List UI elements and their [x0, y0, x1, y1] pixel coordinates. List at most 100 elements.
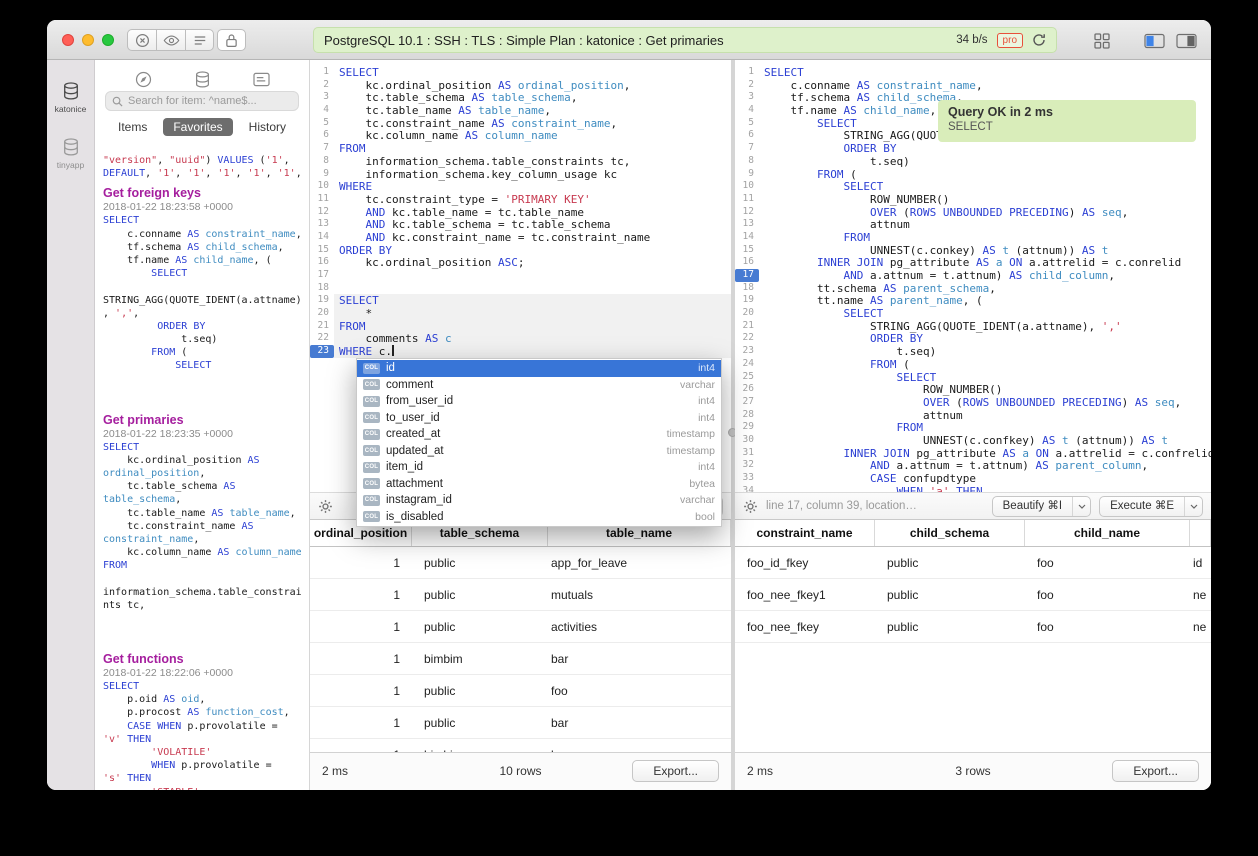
minimize-button[interactable] [82, 34, 94, 46]
favorite-item[interactable]: "version", "uuid") VALUES ('1',DEFAULT, … [103, 154, 301, 180]
export-button[interactable]: Export... [632, 760, 719, 782]
table-cell[interactable]: id [1190, 547, 1211, 578]
table-cell[interactable]: 1 [310, 739, 412, 752]
autocomplete-item[interactable]: COLcreated_attimestamp [357, 426, 721, 443]
autocomplete-item[interactable]: COLupdated_attimestamp [357, 443, 721, 460]
table-cell[interactable]: app_for_leave [548, 547, 731, 578]
code-line: OVER (ROWS UNBOUNDED PRECEDING) AS seq, [759, 396, 1211, 409]
chevron-down-icon[interactable] [1184, 497, 1202, 516]
connection-item-katonice[interactable]: katonice [47, 82, 94, 114]
tab-history[interactable]: History [239, 118, 296, 136]
table-cell[interactable]: public [412, 675, 548, 706]
connection-pill[interactable]: PostgreSQL 10.1 : SSH : TLS : Simple Pla… [313, 27, 1057, 53]
table-row[interactable]: foo_id_fkeypublicfooid [735, 547, 1211, 579]
settings-gear-icon[interactable] [318, 499, 333, 514]
suggestion-name: item_id [386, 461, 692, 473]
table-cell[interactable]: ne [1190, 579, 1211, 610]
table-cell[interactable]: 1 [310, 643, 412, 674]
table-body: foo_id_fkeypublicfooidfoo_nee_fkey1publi… [735, 547, 1211, 752]
column-header[interactable]: child_schema [875, 520, 1025, 546]
table-cell[interactable]: foo_id_fkey [735, 547, 875, 578]
table-row[interactable]: 1publicactivities [310, 611, 731, 643]
autocomplete-item[interactable]: COLattachmentbytea [357, 476, 721, 493]
favorite-item[interactable]: Get foreign keys2018-01-22 18:23:58 +000… [103, 186, 301, 372]
table-row[interactable]: 1publicbar [310, 707, 731, 739]
lock-button[interactable] [217, 29, 246, 51]
table-cell[interactable]: foo [1025, 547, 1190, 578]
table-cell[interactable]: ne [1190, 611, 1211, 642]
autocomplete-item[interactable]: COLis_disabledbool [357, 509, 721, 526]
table-cell[interactable]: mutuals [548, 579, 731, 610]
connection-item-tinyapp[interactable]: tinyapp [47, 138, 94, 170]
table-cell[interactable]: public [412, 707, 548, 738]
table-cell[interactable]: 1 [310, 611, 412, 642]
line-number: 15 [735, 244, 759, 257]
export-button[interactable]: Export... [1112, 760, 1199, 782]
autocomplete-item[interactable]: COLcommentvarchar [357, 377, 721, 394]
table-row[interactable]: 1bimbimbar [310, 643, 731, 675]
table-cell[interactable]: bimbim [412, 643, 548, 674]
table-cell[interactable]: 1 [310, 675, 412, 706]
autocomplete-item[interactable]: COLidint4 [357, 360, 721, 377]
table-cell[interactable]: foo [548, 675, 731, 706]
table-cell[interactable]: 1 [310, 707, 412, 738]
table-cell[interactable]: bar [548, 643, 731, 674]
compass-icon[interactable] [135, 71, 152, 88]
table-row[interactable]: 1bimbimbar [310, 739, 731, 752]
table-cell[interactable]: public [412, 579, 548, 610]
zoom-button[interactable] [102, 34, 114, 46]
search-input[interactable] [105, 91, 299, 111]
table-cell[interactable]: 1 [310, 579, 412, 610]
table-cell[interactable]: public [875, 611, 1025, 642]
toggle-right-panel-icon[interactable] [1173, 30, 1199, 51]
autocomplete-item[interactable]: COLfrom_user_idint4 [357, 393, 721, 410]
table-cell[interactable]: public [412, 547, 548, 578]
table-cell[interactable]: foo [1025, 579, 1190, 610]
column-header[interactable]: child_name [1025, 520, 1190, 546]
table-cell[interactable]: foo_nee_fkey [735, 611, 875, 642]
table-cell[interactable]: activities [548, 611, 731, 642]
database-icon[interactable] [195, 71, 210, 88]
table-row[interactable]: 1publicapp_for_leave [310, 547, 731, 579]
query-log-button[interactable] [185, 29, 214, 51]
close-button[interactable] [62, 34, 74, 46]
query-editor-icon[interactable] [253, 72, 270, 87]
table-cell[interactable]: public [412, 611, 548, 642]
execute-button[interactable]: Execute ⌘E [1099, 496, 1203, 517]
column-header[interactable]: constraint_name [735, 520, 875, 546]
table-cell[interactable]: bar [548, 707, 731, 738]
refresh-icon[interactable] [1032, 33, 1046, 47]
disconnect-button[interactable] [127, 29, 156, 51]
autocomplete-item[interactable]: COLto_user_idint4 [357, 410, 721, 427]
autocomplete-item[interactable]: COLinstagram_idvarchar [357, 492, 721, 509]
table-cell[interactable]: foo [1025, 611, 1190, 642]
table-cell[interactable]: bar [548, 739, 731, 752]
table-row[interactable]: 1publicmutuals [310, 579, 731, 611]
table-cell[interactable]: public [875, 579, 1025, 610]
code-line: tt.name AS parent_name, ( [759, 294, 1211, 307]
settings-gear-icon[interactable] [743, 499, 758, 514]
favorite-item[interactable]: Get functions2018-01-22 18:22:06 +0000SE… [103, 652, 301, 790]
toggle-left-panel-icon[interactable] [1141, 30, 1167, 51]
code-line: SELECT [103, 214, 301, 227]
tab-favorites[interactable]: Favorites [163, 118, 232, 136]
table-row[interactable]: foo_nee_fkeypublicfoone [735, 611, 1211, 643]
table-cell[interactable]: 1 [310, 547, 412, 578]
table-cell[interactable]: foo_nee_fkey1 [735, 579, 875, 610]
grid-view-icon[interactable] [1089, 30, 1115, 51]
code-line: tc.constraint_name AS constraint_name, [334, 117, 731, 130]
autocomplete-item[interactable]: COLitem_idint4 [357, 459, 721, 476]
table-row[interactable]: 1publicfoo [310, 675, 731, 707]
tab-items[interactable]: Items [108, 118, 157, 136]
preview-button[interactable] [156, 29, 185, 51]
layout-controls [1089, 30, 1199, 51]
column-header[interactable] [1190, 520, 1211, 546]
code-line: * [334, 307, 731, 320]
table-cell[interactable]: bimbim [412, 739, 548, 752]
code-line: ROW_NUMBER() [759, 383, 1211, 396]
chevron-down-icon[interactable] [1072, 497, 1090, 516]
beautify-button[interactable]: Beautify ⌘I [992, 496, 1091, 517]
table-cell[interactable]: public [875, 547, 1025, 578]
favorite-item[interactable]: Get primaries2018-01-22 18:23:35 +0000SE… [103, 413, 301, 612]
table-row[interactable]: foo_nee_fkey1publicfoone [735, 579, 1211, 611]
